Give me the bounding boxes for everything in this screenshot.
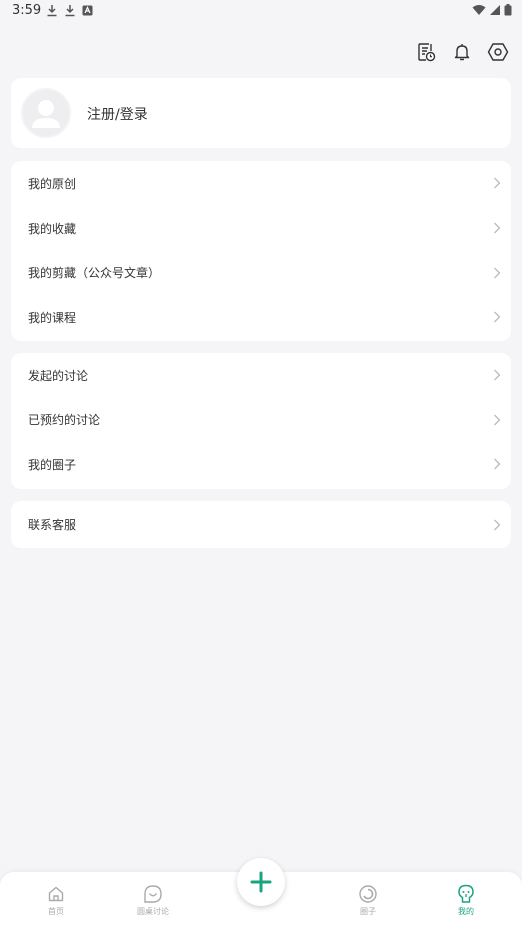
menu-item-reserved-discussions[interactable]: 已预约的讨论 bbox=[11, 398, 511, 443]
chevron-right-icon bbox=[494, 222, 501, 234]
status-time: 3:59 bbox=[12, 3, 42, 18]
menu-item-label: 我的圈子 bbox=[28, 457, 77, 472]
status-right-icons bbox=[472, 4, 512, 16]
app-notification-icon bbox=[82, 5, 93, 16]
circle-ring-icon bbox=[359, 885, 377, 903]
menu-item-started-discussions[interactable]: 发起的讨论 bbox=[11, 353, 511, 398]
top-actions bbox=[414, 40, 510, 64]
download-icon bbox=[47, 5, 57, 17]
menu-item-label: 我的原创 bbox=[28, 176, 77, 191]
chevron-right-icon bbox=[494, 177, 501, 189]
plus-icon bbox=[250, 871, 272, 893]
menu-item-my-clippings[interactable]: 我的剪藏（公众号文章） bbox=[11, 250, 511, 295]
login-register-link[interactable]: 注册/登录 bbox=[87, 104, 148, 124]
menu-item-label: 联系客服 bbox=[28, 518, 77, 532]
menu-item-my-favorites[interactable]: 我的收藏 bbox=[11, 206, 511, 251]
default-avatar-icon bbox=[32, 100, 60, 128]
menu-item-my-courses[interactable]: 我的课程 bbox=[11, 295, 511, 340]
chevron-right-icon bbox=[494, 519, 501, 530]
create-post-button[interactable] bbox=[237, 858, 285, 906]
menu-item-label: 我的收藏 bbox=[28, 221, 77, 236]
nav-label: 圈子 bbox=[360, 907, 376, 916]
bell-icon bbox=[454, 44, 470, 61]
screen: 3:59 注册/登录 我的原创 我的收藏 我的剪藏（公众号文章） 我的课程 发起… bbox=[0, 0, 522, 928]
chevron-right-icon bbox=[494, 311, 501, 323]
chevron-right-icon bbox=[494, 369, 501, 381]
nav-label: 圆桌讨论 bbox=[137, 907, 169, 916]
battery-icon bbox=[504, 4, 512, 16]
chat-smile-icon bbox=[144, 885, 162, 903]
nav-tab-roundtable[interactable]: 圆桌讨论 bbox=[123, 884, 183, 917]
notifications-button[interactable] bbox=[450, 40, 474, 64]
document-clock-icon bbox=[418, 43, 436, 62]
status-left-icons bbox=[46, 4, 93, 17]
nav-label: 首页 bbox=[48, 907, 64, 916]
download-icon bbox=[65, 5, 75, 17]
menu-item-label: 已预约的讨论 bbox=[28, 413, 101, 428]
history-button[interactable] bbox=[414, 40, 438, 64]
signal-icon bbox=[490, 5, 500, 15]
lightbulb-face-icon bbox=[458, 884, 474, 903]
avatar[interactable] bbox=[21, 88, 71, 138]
menu-item-contact-support[interactable]: 联系客服 bbox=[11, 501, 511, 548]
menu-item-label: 我的课程 bbox=[28, 310, 77, 325]
settings-button[interactable] bbox=[486, 40, 510, 64]
menu-item-my-original[interactable]: 我的原创 bbox=[11, 161, 511, 206]
menu-item-label: 我的剪藏（公众号文章） bbox=[28, 266, 161, 281]
home-icon bbox=[48, 886, 64, 902]
hexagon-settings-icon bbox=[487, 43, 509, 61]
menu-group-discussions: 发起的讨论 已预约的讨论 我的圈子 bbox=[11, 353, 511, 489]
profile-card[interactable]: 注册/登录 bbox=[11, 78, 511, 148]
nav-tab-circles[interactable]: 圈子 bbox=[338, 884, 398, 917]
wifi-icon bbox=[472, 5, 486, 15]
nav-tab-mine[interactable]: 我的 bbox=[436, 884, 496, 917]
menu-item-label: 发起的讨论 bbox=[28, 368, 89, 383]
menu-group-content: 我的原创 我的收藏 我的剪藏（公众号文章） 我的课程 bbox=[11, 161, 511, 341]
nav-tab-home[interactable]: 首页 bbox=[26, 884, 86, 917]
nav-label: 我的 bbox=[458, 907, 474, 916]
chevron-right-icon bbox=[494, 458, 501, 470]
chevron-right-icon bbox=[494, 414, 501, 426]
chevron-right-icon bbox=[494, 267, 501, 279]
status-bar: 3:59 bbox=[0, 0, 522, 24]
menu-group-support: 联系客服 bbox=[11, 501, 511, 548]
menu-item-my-circles[interactable]: 我的圈子 bbox=[11, 442, 511, 487]
